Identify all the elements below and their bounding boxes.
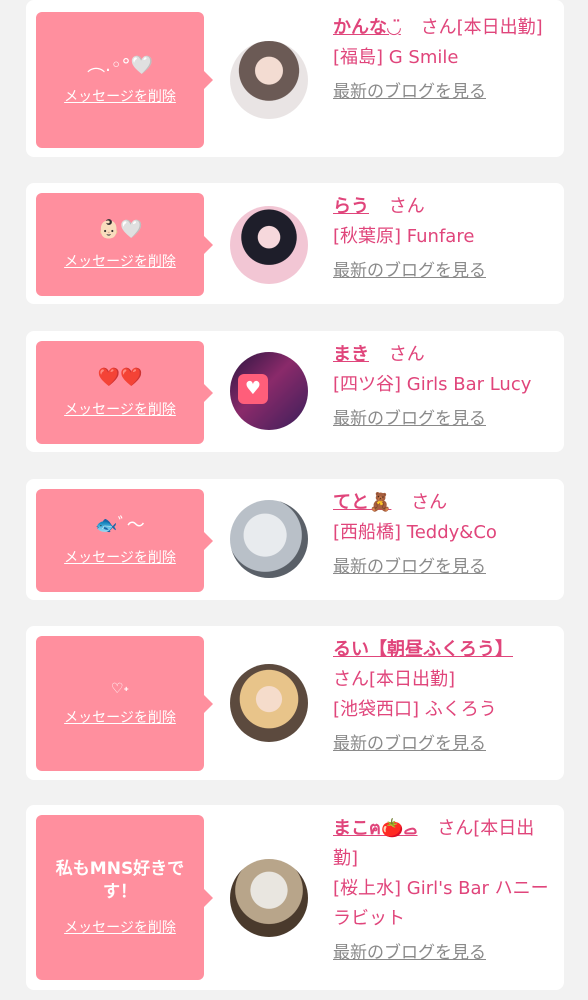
delete-message-link[interactable]: メッセージを削除 — [64, 399, 176, 419]
shop-name: [四ツ谷] Girls Bar Lucy — [333, 374, 532, 395]
message-text: 私もMNS好きです！ — [55, 858, 185, 902]
delete-message-link[interactable]: メッセージを削除 — [64, 707, 176, 727]
avatar[interactable] — [230, 859, 308, 937]
honorific: さん — [437, 818, 474, 839]
message-card: ❤️❤️ メッセージを削除 ♥ まき さん [四ツ谷] Girls Bar Lu… — [26, 331, 564, 452]
cast-info: らう さん [秋葉原] Funfare 最新のブログを見る — [333, 192, 555, 286]
message-card: 私もMNS好きです！ メッセージを削除 まこฅ🍅ࡇ さん[本日出勤] [桜上水]… — [26, 805, 564, 990]
honorific: さん — [420, 17, 457, 38]
message-card: ︵.◦°🤍 メッセージを削除 かんな◡̈ さん[本日出勤] [福島] G Smi… — [26, 0, 564, 157]
delete-message-link[interactable]: メッセージを削除 — [64, 251, 176, 271]
cast-name-link[interactable]: るい【朝昼ふくろう】 — [333, 639, 513, 660]
message-text: 🐟ﾞ〜 — [95, 515, 145, 537]
cast-info: まき さん [四ツ谷] Girls Bar Lucy 最新のブログを見る — [333, 340, 555, 434]
cast-info: るい【朝昼ふくろう】 さん[本日出勤] [池袋西口] ふくろう 最新のブログを見… — [333, 635, 555, 759]
cast-info: まこฅ🍅ࡇ さん[本日出勤] [桜上水] Girl's Bar ハニーラビット … — [333, 814, 555, 968]
avatar[interactable]: ♥ — [230, 352, 308, 430]
cast-name-link[interactable]: まこฅ🍅ࡇ — [333, 818, 418, 839]
avatar[interactable] — [230, 664, 308, 742]
shop-name: [秋葉原] Funfare — [333, 226, 475, 247]
cast-info: かんな◡̈ さん[本日出勤] [福島] G Smile 最新のブログを見る — [333, 13, 555, 107]
honorific: さん — [411, 492, 448, 513]
latest-blog-link[interactable]: 最新のブログを見る — [333, 552, 486, 582]
message-card: 🐟ﾞ〜 メッセージを削除 てと🧸 さん [西船橋] Teddy&Co 最新のブロ… — [26, 479, 564, 600]
avatar[interactable] — [230, 206, 308, 284]
avatar[interactable] — [230, 41, 308, 119]
message-text: ❤️❤️ — [97, 367, 143, 389]
message-bubble: 私もMNS好きです！ メッセージを削除 — [36, 815, 213, 980]
cast-name-link[interactable]: てと🧸 — [333, 492, 391, 513]
shop-name: [福島] G Smile — [333, 47, 459, 68]
message-text: 👶🏻🤍 — [97, 219, 143, 241]
honorific: さん — [333, 669, 369, 690]
cast-name-link[interactable]: まき — [333, 344, 369, 365]
message-bubble: ❤️❤️ メッセージを削除 — [36, 341, 213, 444]
shop-name: [西船橋] Teddy&Co — [333, 522, 497, 543]
message-bubble: ︵.◦°🤍 メッセージを削除 — [36, 12, 213, 148]
honorific: さん — [388, 344, 425, 365]
honorific: さん — [388, 196, 425, 217]
cast-name-link[interactable]: らう — [333, 196, 369, 217]
message-text: ♡˖ — [110, 681, 129, 698]
latest-blog-link[interactable]: 最新のブログを見る — [333, 404, 486, 434]
cast-name-link[interactable]: かんな◡̈ — [333, 17, 401, 38]
message-bubble: 👶🏻🤍 メッセージを削除 — [36, 193, 213, 296]
work-status: [本日出勤] — [456, 17, 543, 38]
message-text: ︵.◦°🤍 — [87, 54, 153, 76]
delete-message-link[interactable]: メッセージを削除 — [64, 917, 176, 937]
shop-name: [桜上水] Girl's Bar ハニーラビット — [333, 878, 549, 929]
latest-blog-link[interactable]: 最新のブログを見る — [333, 729, 486, 759]
heart-icon: ♥ — [238, 374, 268, 404]
work-status: [本日出勤] — [369, 669, 456, 690]
cast-info: てと🧸 さん [西船橋] Teddy&Co 最新のブログを見る — [333, 488, 555, 582]
delete-message-link[interactable]: メッセージを削除 — [64, 86, 176, 106]
message-bubble: ♡˖ メッセージを削除 — [36, 636, 213, 771]
latest-blog-link[interactable]: 最新のブログを見る — [333, 256, 486, 286]
shop-name: [池袋西口] ふくろう — [333, 699, 497, 720]
message-card: ♡˖ メッセージを削除 るい【朝昼ふくろう】 さん[本日出勤] [池袋西口] ふ… — [26, 626, 564, 780]
latest-blog-link[interactable]: 最新のブログを見る — [333, 938, 486, 968]
avatar[interactable] — [230, 500, 308, 578]
message-bubble: 🐟ﾞ〜 メッセージを削除 — [36, 489, 213, 592]
latest-blog-link[interactable]: 最新のブログを見る — [333, 77, 486, 107]
message-card: 👶🏻🤍 メッセージを削除 らう さん [秋葉原] Funfare 最新のブログを… — [26, 183, 564, 304]
delete-message-link[interactable]: メッセージを削除 — [64, 547, 176, 567]
